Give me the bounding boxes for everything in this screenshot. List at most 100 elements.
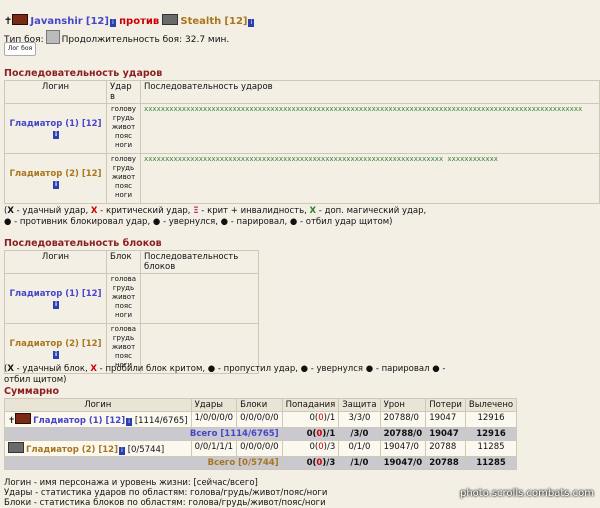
- info-icon[interactable]: i: [53, 130, 59, 139]
- zones-cell: голову грудь живот пояс ноги: [106, 153, 141, 204]
- info-icon[interactable]: i: [126, 418, 133, 426]
- defense-value: /1/0: [338, 456, 381, 470]
- summary-notes: Логин - имя персонажа и уровень жизни: […: [4, 478, 327, 508]
- gladiator-1-name[interactable]: Гладиатор (1) [12]: [33, 416, 125, 426]
- clan-icon: [12, 14, 29, 25]
- block-sequence: [140, 273, 259, 324]
- losses-value: 19047: [425, 411, 466, 428]
- clan-icon: [15, 413, 32, 424]
- clan-icon: [8, 442, 24, 453]
- clan-icon: [162, 14, 179, 25]
- col-losses: Потери: [425, 398, 466, 412]
- table-row: Гладиатор (2) [12] i [0/5744] 0/0/1/1/1 0…: [4, 440, 518, 457]
- damage-value: 19047/0: [379, 440, 427, 457]
- battle-header: ✝ Javanshir [12] i против Stealth [12] i: [4, 14, 255, 27]
- defense-value: /3/0: [338, 427, 381, 441]
- gladiator-1-name[interactable]: Гладиатор (1) [12]i: [4, 103, 107, 154]
- gladiator-2-name[interactable]: Гладиатор (2) [12]: [26, 445, 118, 455]
- info-icon[interactable]: i: [53, 350, 59, 359]
- log-button[interactable]: Лог боя: [4, 42, 36, 56]
- table-row: Гладиатор (1) [12]i голову грудь живот пояс…: [4, 103, 600, 154]
- duration-value: 32.7 мин.: [185, 35, 230, 45]
- hp-value: [1114/6765]: [134, 416, 188, 426]
- damage-value: 20788/0: [379, 411, 427, 428]
- defense-value: 0/1/0: [338, 440, 381, 457]
- summary-section-title: Суммарно: [4, 386, 59, 397]
- player2-level: [12]: [224, 16, 248, 27]
- duration-label: Продолжительность боя:: [61, 35, 183, 45]
- total-label: Всего [1114/6765]: [4, 427, 283, 441]
- gladiator-2-name[interactable]: Гладиатор (2) [12]i: [4, 153, 107, 204]
- info-icon[interactable]: i: [53, 180, 59, 189]
- blocks-section-title: Последовательность блоков: [4, 238, 162, 249]
- col-sequence: Последовательность ударов: [140, 80, 600, 104]
- table-row: Гладиатор (2) [12]i голову грудь живот пояс…: [4, 153, 600, 204]
- hit-rate-value: 0(0)/1: [281, 411, 340, 428]
- strikes-table: Логин Удар в Последовательность ударов Г…: [4, 80, 600, 204]
- losses-value: 20788: [425, 456, 466, 470]
- gladiator-1-name[interactable]: Гладиатор (1) [12]i: [4, 273, 107, 324]
- total-row: Всего [0/5744] 0(0)/3 /1/0 19047/0 20788…: [4, 456, 518, 470]
- col-hits: Удары: [190, 398, 238, 412]
- player1-name[interactable]: Javanshir: [30, 16, 82, 27]
- blocks-table: Логин Блок Последовательность блоков Гла…: [4, 250, 259, 374]
- hit-rate-value: 0(0)/1: [281, 427, 340, 441]
- note-line: Удары - статистика ударов по областям: г…: [4, 488, 328, 498]
- zones-cell: голову грудь живот пояс ноги: [106, 103, 141, 154]
- player2-name[interactable]: Stealth: [180, 16, 221, 27]
- losses-value: 19047: [425, 427, 466, 441]
- damage-value: 20788/0: [379, 427, 427, 441]
- strike-sequence: xxxxxxxxxxxxxxxxxxxxxxxxxxxxxxxxxxxxxxxx…: [140, 153, 600, 204]
- hit-rate-value: 0(0)/3: [281, 456, 340, 470]
- col-damage: Урон: [379, 398, 427, 412]
- battle-info: Тип боя: Продолжительность боя: 32.7 мин.: [4, 30, 229, 45]
- vs-label: против: [119, 16, 160, 27]
- col-login: Логин: [4, 80, 107, 104]
- hits-value: 0/0/1/1/1: [190, 440, 238, 457]
- healed-value: 11285: [464, 456, 518, 470]
- summary-table: Логин Удары Блоки Попадания Защита Урон …: [4, 398, 518, 470]
- table-row: ✝ Гладиатор (1) [12] i [1114/6765] 1/0/0/0…: [4, 411, 518, 428]
- strikes-legend: (X - удачный удар, X - критический удар,…: [4, 206, 427, 227]
- blocks-value: 0/0/0/0/0: [236, 440, 283, 457]
- healed-value: 12916: [464, 427, 518, 441]
- zones-cell: голова грудь живот пояс ноги: [106, 273, 141, 324]
- col-login: Логин: [4, 250, 107, 274]
- battle-type-icon: [45, 30, 60, 44]
- losses-value: 20788: [425, 440, 466, 457]
- hit-rate-value: 0(0)/3: [281, 440, 340, 457]
- col-sequence: Последовательность блоков: [140, 250, 259, 274]
- hits-value: 1/0/0/0/0: [190, 411, 238, 428]
- col-zone: Блок: [106, 250, 141, 274]
- note-line: Логин - имя персонажа и уровень жизни: […: [4, 478, 258, 488]
- strike-sequence: xxxxxxxxxxxxxxxxxxxxxxxxxxxxxxxxxxxxxxxx…: [140, 103, 600, 154]
- table-row: Гладиатор (1) [12]i голова грудь живот пояс…: [4, 273, 259, 324]
- col-zone: Удар в: [106, 80, 141, 104]
- damage-value: 19047/0: [379, 456, 427, 470]
- note-line: Блоки - статистика блоков по областям: г…: [4, 498, 326, 508]
- healed-value: 11285: [464, 440, 518, 457]
- healed-value: 12916: [464, 411, 518, 428]
- total-row: Всего [1114/6765] 0(0)/1 /3/0 20788/0 19…: [4, 427, 518, 441]
- strikes-section-title: Последовательность ударов: [4, 68, 163, 79]
- col-healed: Вылечено: [464, 398, 518, 412]
- gladiator-1-cell: ✝ Гладиатор (1) [12] i [1114/6765]: [4, 411, 192, 428]
- info-icon[interactable]: i: [119, 447, 125, 455]
- info-icon[interactable]: i: [109, 19, 116, 27]
- blocks-value: 0/0/0/0/0: [236, 411, 283, 428]
- col-login: Логин: [4, 398, 192, 412]
- hp-value: [0/5744]: [127, 445, 165, 455]
- total-label: Всего [0/5744]: [4, 456, 283, 470]
- watermark: photo.scrolls.combats.com: [459, 488, 594, 499]
- gladiator-2-cell: Гладиатор (2) [12] i [0/5744]: [4, 440, 192, 457]
- player1-level: [12]: [85, 16, 109, 27]
- col-defense: Защита: [338, 398, 381, 412]
- col-blocks: Блоки: [236, 398, 283, 412]
- info-icon[interactable]: i: [248, 19, 255, 27]
- info-icon[interactable]: i: [53, 300, 59, 309]
- align-cross-icon: ✝: [8, 416, 16, 426]
- defense-value: 3/3/0: [338, 411, 381, 428]
- col-hit-rate: Попадания: [281, 398, 340, 412]
- blocks-legend: (X - удачный блок, X - пробили блок крит…: [4, 364, 446, 385]
- align-cross-icon: ✝: [4, 16, 13, 27]
